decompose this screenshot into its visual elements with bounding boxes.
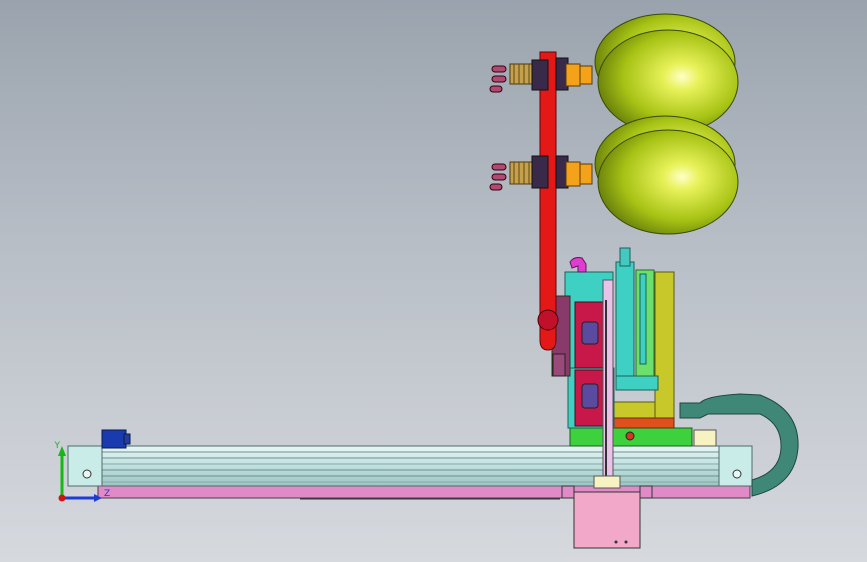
carriage-assembly — [551, 247, 693, 549]
triad-z-label: Z — [104, 489, 110, 499]
red-arm-bar — [539, 51, 557, 351]
lower-suction-unit — [489, 115, 739, 235]
slide-upright — [654, 271, 675, 419]
manipulator-model: Y Z — [54, 13, 799, 549]
guide-l-bracket — [615, 375, 659, 391]
triad-y-label: Y — [54, 441, 61, 451]
slider-block — [593, 475, 621, 489]
right-end-bolt — [732, 469, 742, 479]
cad-viewport[interactable]: Y Z — [0, 0, 867, 562]
magenta-fitting — [569, 257, 587, 273]
pink-bottom-block — [573, 491, 641, 549]
z-axis-dot — [58, 494, 66, 502]
right-stop-block — [693, 429, 717, 447]
right-end-block — [718, 445, 753, 487]
left-end-block — [67, 445, 103, 487]
gripper-arm — [489, 13, 739, 351]
upper-suction-unit — [489, 13, 739, 135]
left-end-bolt — [82, 469, 92, 479]
servo-motor — [101, 429, 127, 449]
guide-rail-teal — [615, 261, 635, 391]
